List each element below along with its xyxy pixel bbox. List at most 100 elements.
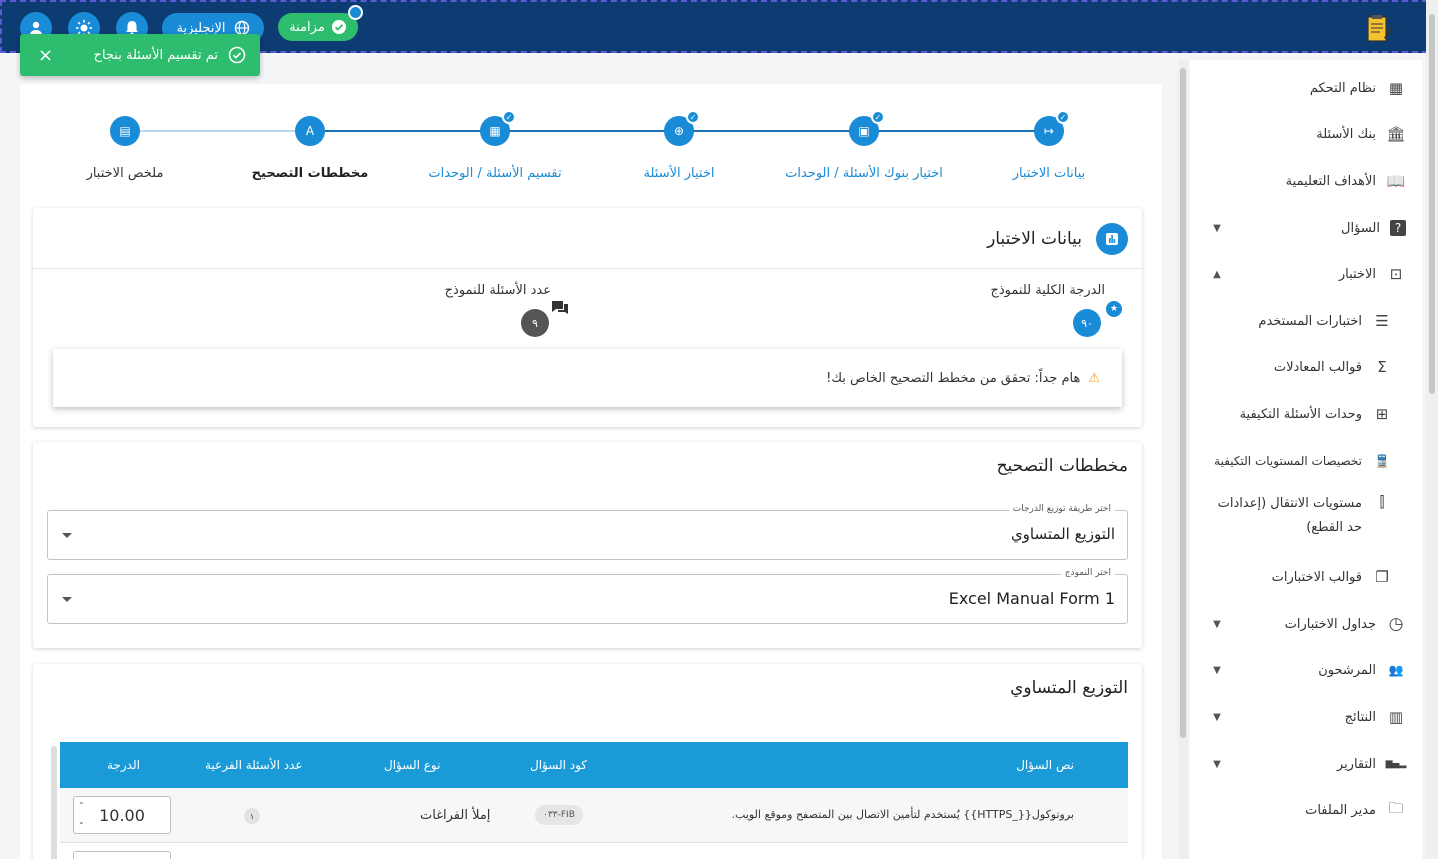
sidebar-item-results[interactable]: ▥ النتائج: [1345, 702, 1406, 732]
chevron-down-icon[interactable]: ▼: [1210, 655, 1224, 685]
sidebar: ▦ نظام التحكم 🏛 بنك الأسئلة 📖 الأهداف ال…: [1190, 60, 1422, 859]
app-logo[interactable]: [1364, 14, 1394, 44]
sidebar-item-equation-templates[interactable]: Σ قوالب المعادلات: [1274, 352, 1392, 382]
chevron-down-icon[interactable]: ▼: [1210, 702, 1224, 732]
table-scrollbar[interactable]: [51, 746, 57, 859]
sidebar-item-user-exams[interactable]: ☰ اختبارات المستخدم: [1258, 306, 1392, 336]
sidebar-item-file-manager[interactable]: 🗀 مدير الملفات: [1305, 795, 1406, 825]
step-label: اختيار بنوك الأسئلة / الوحدات: [785, 166, 943, 181]
grading-title: مخططات التصحيح: [996, 456, 1128, 476]
chevron-down-icon[interactable]: ▼: [1210, 749, 1224, 779]
distribution-value: التوزيع المتساوي: [1010, 525, 1115, 543]
column-header-type: نوع السؤال: [384, 758, 441, 772]
grade-value: 10.00: [99, 805, 145, 825]
sidebar-item-label: السؤال: [1341, 220, 1380, 236]
page-scrollbar[interactable]: [1426, 0, 1438, 859]
step-grading-schemes[interactable]: A: [295, 116, 325, 146]
distribution-legend: اختر طريقة توزيع الدرجات: [1008, 504, 1115, 514]
sidebar-item-label: الأهداف التعليمية: [1285, 173, 1376, 189]
chevron-down-icon: [62, 533, 72, 538]
chevron-down-icon[interactable]: ▼: [1210, 609, 1224, 639]
sidebar-item-label: مستويات الانتقال (إعدادات حد القطع): [1217, 496, 1362, 535]
question-code: ٠٣٣-FIB: [535, 805, 583, 825]
sub-question-count: ١: [244, 808, 260, 824]
sidebar-item-label: قوالب المعادلات: [1273, 359, 1362, 375]
spellcheck-icon: A: [305, 124, 315, 138]
sidebar-item-adaptive-levels[interactable]: 🚆 تخصيصات المستويات التكيفية: [1214, 446, 1392, 476]
stats-icon: ▂▄▆: [1385, 759, 1407, 769]
warning-text: هام جداً: تحقق من مخطط التصحيح الخاص بك!: [826, 370, 1081, 386]
step-exam-data[interactable]: ↦ ✓: [1034, 110, 1070, 146]
sidebar-item-exam-templates[interactable]: ❐ قوالب الاختبارات: [1272, 562, 1392, 592]
toast-close-button[interactable]: ×: [38, 45, 53, 66]
sidebar-item-question[interactable]: ? السؤال: [1341, 213, 1406, 243]
question-text: بروتوكول{{_HTTPS}} يُستخدم لتأمين الاتصا…: [731, 808, 1074, 821]
sidebar-item-adaptive-units[interactable]: ⊞ وحدات الأسئلة التكيفية: [1240, 399, 1392, 429]
form-legend: اختر النموذج: [1060, 568, 1115, 578]
sidebar-item-label: مدير الملفات: [1305, 802, 1376, 818]
warning-icon: ⚠: [1088, 370, 1100, 386]
sidebar-item-question-bank[interactable]: 🏛 بنك الأسئلة: [1316, 119, 1406, 149]
sidebar-scrollbar[interactable]: [1178, 60, 1188, 859]
list-icon: ☰: [1375, 312, 1389, 330]
bank-icon: ▣: [858, 124, 870, 138]
sidebar-item-schedules[interactable]: ◷ جداول الاختبارات: [1285, 609, 1406, 639]
dashboard-icon: ▦: [1388, 79, 1404, 97]
folder-icon: 🗀: [1388, 798, 1404, 817]
column-header-code: كود السؤال: [530, 758, 588, 772]
check-icon: ✓: [871, 110, 885, 124]
chevron-up-icon[interactable]: ▲: [1210, 259, 1224, 289]
sidebar-item-label: وحدات الأسئلة التكيفية: [1239, 406, 1362, 422]
grid-icon: ▦: [489, 124, 501, 138]
check-circle-icon: [228, 46, 246, 64]
copy-icon: ❐: [1375, 568, 1389, 586]
step-select-questions[interactable]: ⊕ ✓: [664, 110, 700, 146]
sidebar-item-label: تخصيصات المستويات التكيفية: [1214, 454, 1362, 468]
form-value: Excel Manual Form 1: [948, 589, 1115, 608]
chart-icon: [1096, 223, 1128, 255]
chat-icon: [551, 300, 569, 320]
column-header-text: نص السؤال: [1016, 758, 1074, 772]
sidebar-item-label: جداول الاختبارات: [1284, 616, 1376, 632]
stepper-line-pending: [140, 130, 295, 132]
sidebar-item-label: التقارير: [1336, 756, 1376, 772]
sidebar-item-reports[interactable]: ▂▄▆ التقارير: [1337, 749, 1406, 779]
equal-title: التوزيع المتساوي: [1010, 678, 1128, 698]
people-icon: 👥: [1388, 663, 1404, 677]
success-toast: × تم تقسيم الأسئلة بنجاح: [20, 34, 260, 76]
step-label: تقسيم الأسئلة / الوحدات: [428, 166, 562, 181]
table-row: [60, 843, 1128, 859]
question-count-label: عدد الأسئلة للنموذج: [444, 283, 551, 298]
step-split-questions[interactable]: ▦ ✓: [480, 110, 516, 146]
step-exam-summary[interactable]: ▤: [110, 116, 140, 146]
distribution-select[interactable]: اختر طريقة توزيع الدرجات التوزيع المتساو…: [47, 504, 1128, 560]
chevron-up-icon[interactable]: ⌃: [78, 801, 85, 810]
sidebar-item-transition-levels[interactable]: ⫿ مستويات الانتقال (إعدادات حد القطع): [1202, 492, 1392, 546]
sidebar-item-candidates[interactable]: 👥 المرشحون: [1318, 655, 1406, 685]
sidebar-item-label: المرشحون: [1318, 662, 1376, 678]
form-select[interactable]: اختر النموذج Excel Manual Form 1: [47, 568, 1128, 624]
check-icon: ✓: [1056, 110, 1070, 124]
question-icon: ?: [1390, 220, 1406, 236]
chevron-down-icon[interactable]: ▼: [1210, 213, 1224, 243]
sidebar-item-label: بنك الأسئلة: [1316, 126, 1376, 142]
sidebar-item-label: الاختبار: [1338, 266, 1376, 282]
sidebar-item-objectives[interactable]: 📖 الأهداف التعليمية: [1286, 166, 1406, 196]
total-grade-value: ٩٠: [1073, 309, 1101, 337]
step-label-active: مخططات التصحيح: [251, 166, 369, 181]
table-header: نص السؤال كود السؤال نوع السؤال عدد الأس…: [60, 742, 1128, 788]
sync-button[interactable]: مزامنة: [278, 13, 358, 41]
chart-icon: ▥: [1388, 708, 1404, 726]
step-question-banks[interactable]: ▣ ✓: [849, 110, 885, 146]
exam-data-card: بيانات الاختبار الدرجة الكلية للنموذج ★ …: [33, 208, 1142, 427]
check-icon: ✓: [686, 110, 700, 124]
grade-input[interactable]: [73, 851, 171, 859]
column-header-sub: عدد الأسئلة الفرعية: [205, 758, 303, 772]
step-label: بيانات الاختبار: [1012, 166, 1086, 181]
check-circle-icon: [331, 20, 346, 34]
chevron-down-icon[interactable]: ⌄: [78, 817, 85, 826]
grade-input[interactable]: ⌃ ⌄ 10.00: [73, 796, 171, 834]
sync-label: مزامنة: [289, 19, 325, 35]
sidebar-item-exam[interactable]: ⊡ الاختبار: [1339, 259, 1406, 289]
sidebar-item-dashboard[interactable]: ▦ نظام التحكم: [1310, 73, 1406, 103]
